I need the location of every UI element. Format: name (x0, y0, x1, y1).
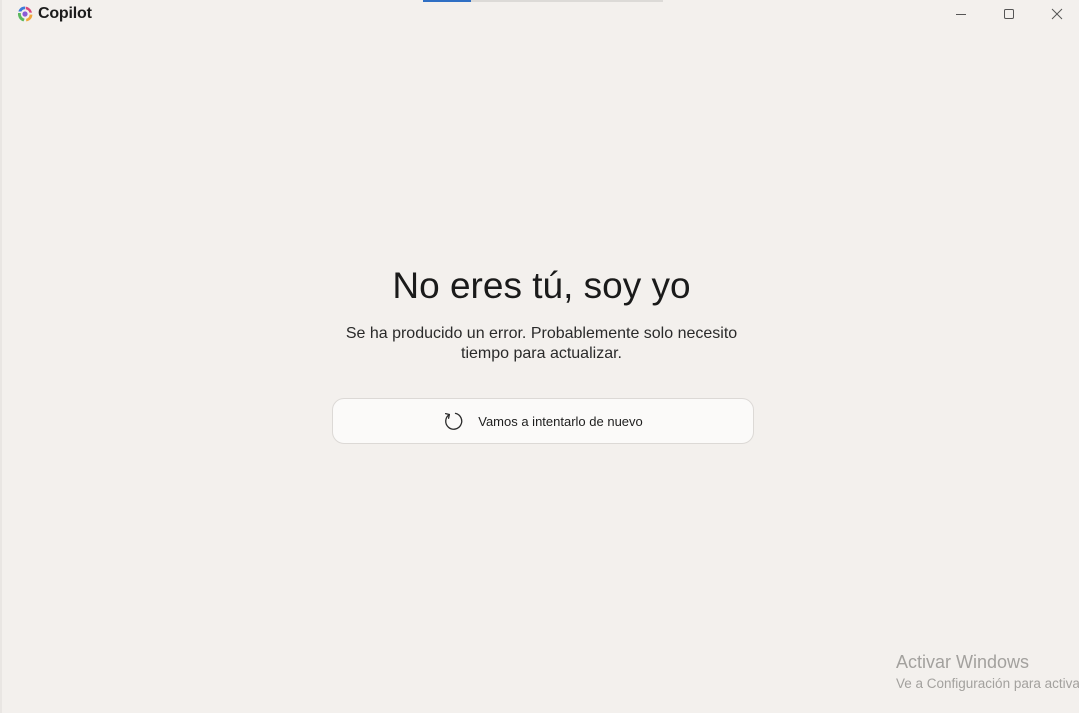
maximize-icon (1004, 9, 1014, 19)
error-description: Se ha producido un error. Probablemente … (345, 325, 738, 362)
error-panel: No eres tú, soy yo Se ha producido un er… (2, 262, 1079, 444)
error-title: No eres tú, soy yo (392, 265, 691, 306)
activation-watermark: Activar Windows Ve a Configuración para … (896, 651, 1079, 694)
watermark-subtitle: Ve a Configuración para activar Windows. (896, 676, 1079, 691)
minimize-button[interactable] (937, 0, 985, 28)
copilot-logo-icon (17, 6, 33, 22)
loading-progress-bar (423, 0, 663, 2)
close-icon (1051, 8, 1063, 20)
retry-button[interactable]: Vamos a intentarlo de nuevo (331, 398, 754, 444)
loading-progress-fill (423, 0, 471, 2)
window-controls (937, 0, 1079, 28)
copilot-window: Copilot No eres tú, soy yo Se ha produci… (0, 0, 1079, 713)
app-brand: Copilot (16, 5, 92, 23)
title-bar[interactable]: Copilot (2, 0, 1079, 30)
minimize-icon (956, 14, 966, 15)
refresh-icon (445, 412, 463, 430)
retry-label: Vamos a intentarlo de nuevo (478, 413, 643, 429)
close-button[interactable] (1033, 0, 1079, 28)
maximize-button[interactable] (985, 0, 1033, 28)
watermark-title: Activar Windows (896, 652, 1030, 672)
app-title: Copilot (38, 5, 92, 22)
